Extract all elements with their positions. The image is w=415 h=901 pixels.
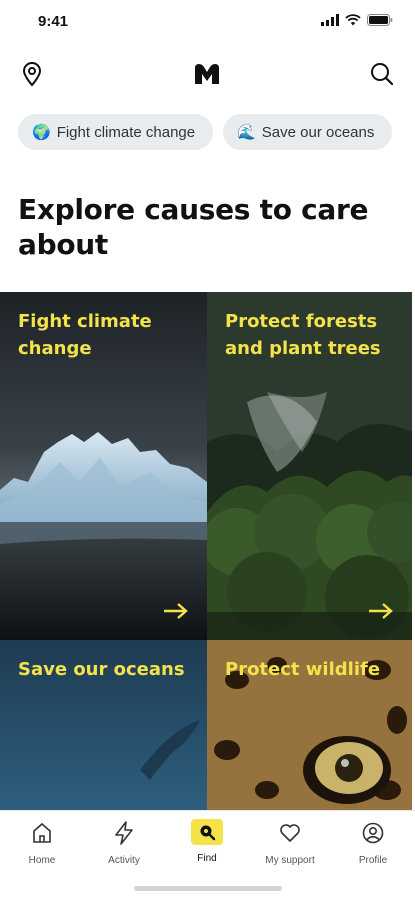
tab-label: My support bbox=[265, 855, 315, 866]
status-icons bbox=[321, 14, 393, 26]
wifi-icon bbox=[345, 14, 361, 26]
card-title: Protect wildlife bbox=[225, 659, 381, 680]
card-title: Fight climate change bbox=[18, 311, 152, 359]
heart-icon bbox=[276, 819, 304, 847]
arrow-right-icon bbox=[369, 603, 393, 619]
status-time: 9:41 bbox=[38, 13, 69, 30]
lightning-icon bbox=[110, 819, 138, 847]
tab-label: Home bbox=[28, 855, 56, 866]
location-pin-icon[interactable] bbox=[18, 60, 46, 88]
chip-label: Fight climate change bbox=[56, 123, 196, 141]
chip-save-our-oceans[interactable]: 🌊 Save our oceans bbox=[223, 114, 393, 150]
card-title: Save our oceans bbox=[18, 659, 185, 680]
wave-icon: 🌊 bbox=[237, 124, 256, 141]
card-protect-forests[interactable]: Protect forests and plant trees bbox=[207, 292, 412, 640]
home-icon bbox=[28, 819, 56, 847]
tab-activity[interactable]: Activity bbox=[84, 819, 164, 866]
chip-label: Save our oceans bbox=[261, 123, 375, 141]
tab-home[interactable]: Home bbox=[2, 819, 82, 866]
tab-label: Activity bbox=[108, 855, 140, 866]
status-bar: 9:41 bbox=[0, 0, 415, 44]
card-title: Protect forests and plant trees bbox=[225, 311, 381, 359]
profile-icon bbox=[359, 819, 387, 847]
page-title: Explore causes to care about bbox=[18, 193, 369, 261]
tab-my-support[interactable]: My support bbox=[250, 819, 330, 866]
home-indicator bbox=[134, 886, 282, 891]
cause-grid: Fight climate change Protect forests and… bbox=[0, 292, 412, 810]
arrow-right-icon bbox=[164, 603, 188, 619]
card-protect-wildlife[interactable]: Protect wildlife bbox=[207, 640, 412, 810]
cause-chips: 🌍 Fight climate change 🌊 Save our oceans bbox=[18, 114, 415, 150]
card-save-our-oceans[interactable]: Save our oceans bbox=[0, 640, 207, 810]
card-fight-climate-change[interactable]: Fight climate change bbox=[0, 292, 207, 640]
tab-find[interactable]: Find bbox=[167, 819, 247, 864]
chip-fight-climate-change[interactable]: 🌍 Fight climate change bbox=[18, 114, 214, 150]
brand-logo-icon bbox=[193, 60, 221, 88]
find-icon bbox=[191, 819, 223, 845]
signal-icon bbox=[321, 14, 339, 26]
globe-icon: 🌍 bbox=[32, 124, 51, 141]
tab-label: Profile bbox=[358, 855, 388, 866]
battery-icon bbox=[367, 14, 393, 26]
tab-label: Find bbox=[197, 853, 217, 864]
tab-profile[interactable]: Profile bbox=[333, 819, 413, 866]
search-icon[interactable] bbox=[368, 60, 396, 88]
top-nav bbox=[0, 52, 415, 96]
